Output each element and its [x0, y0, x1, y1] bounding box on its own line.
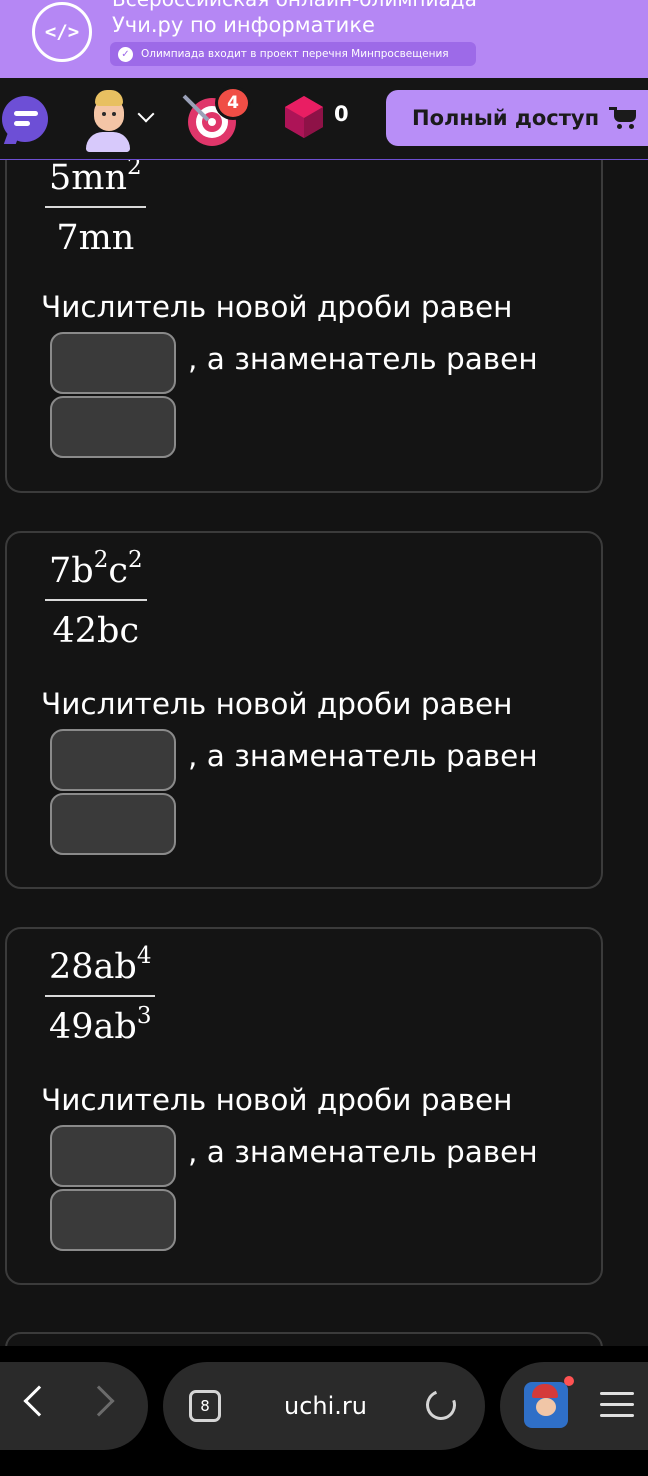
fraction-denominator: 49ab3	[49, 1003, 152, 1048]
banner-title-cut: Всероссийская онлайн-олимпиада	[112, 0, 477, 11]
question-prompt: Числитель новой дроби равен	[41, 290, 513, 324]
fraction: 28ab4 49ab3	[45, 943, 156, 1048]
fraction: 7b2c2 42bc	[45, 547, 147, 651]
banner-badge-text: Олимпиада входит в проект перечня Минпро…	[141, 48, 449, 60]
target-count-badge: 4	[215, 86, 251, 120]
question-prompt-continued: , а знаменатель равен	[188, 1135, 538, 1169]
reload-icon[interactable]	[421, 1385, 461, 1425]
chevron-down-icon[interactable]	[137, 105, 155, 123]
question-prompt: Числитель новой дроби равен	[41, 1083, 513, 1117]
numerator-answer-input[interactable]	[50, 729, 176, 791]
gems-count: 0	[334, 102, 349, 126]
forward-arrow-icon[interactable]	[83, 1385, 115, 1417]
fraction-numerator: 5mn2	[49, 154, 142, 199]
full-access-button[interactable]: Полный доступ	[386, 90, 648, 146]
question-prompt: Числитель новой дроби равен	[41, 687, 513, 721]
check-icon: ✓	[118, 46, 133, 62]
back-arrow-icon[interactable]	[23, 1385, 55, 1417]
tabs-count-icon[interactable]: 8	[189, 1390, 221, 1422]
question-prompt-continued: , а знаменатель равен	[188, 342, 538, 376]
url-text[interactable]: uchi.ru	[284, 1392, 367, 1420]
gem-icon[interactable]	[283, 94, 325, 140]
chat-icon[interactable]	[2, 96, 48, 142]
hamburger-menu-icon[interactable]	[600, 1392, 634, 1418]
notification-dot	[564, 1376, 574, 1386]
numerator-answer-input[interactable]	[50, 332, 176, 394]
fraction: 5mn2 7mn	[45, 154, 146, 258]
browser-nav-group	[0, 1362, 148, 1450]
user-avatar[interactable]	[86, 90, 130, 152]
cart-icon	[609, 107, 637, 129]
address-bar[interactable]: 8 uchi.ru	[163, 1362, 485, 1450]
full-access-label: Полный доступ	[412, 106, 600, 130]
question-prompt-continued: , а знаменатель равен	[188, 739, 538, 773]
browser-actions-group	[500, 1362, 648, 1450]
fraction-denominator: 42bc	[52, 611, 140, 651]
denominator-answer-input[interactable]	[50, 396, 176, 458]
fraction-numerator: 28ab4	[49, 943, 152, 988]
numerator-answer-input[interactable]	[50, 1125, 176, 1187]
fraction-denominator: 7mn	[56, 218, 135, 258]
question-card: 28ab4 49ab3 Числитель новой дроби равен …	[5, 927, 603, 1285]
question-card: 7b2c2 42bc Числитель новой дроби равен ,…	[5, 531, 603, 889]
denominator-answer-input[interactable]	[50, 1189, 176, 1251]
fraction-numerator: 7b2c2	[49, 547, 143, 592]
banner-title: Учи.ру по информатике	[112, 13, 375, 37]
olympiad-banner[interactable]: </> Всероссийская онлайн-олимпиада Учи.р…	[0, 0, 648, 78]
code-logo-icon: </>	[32, 2, 92, 62]
extension-avatar-icon[interactable]	[524, 1382, 568, 1428]
denominator-answer-input[interactable]	[50, 793, 176, 855]
top-toolbar: 0 Полный доступ	[0, 78, 648, 160]
banner-badge: ✓ Олимпиада входит в проект перечня Минп…	[110, 42, 476, 66]
